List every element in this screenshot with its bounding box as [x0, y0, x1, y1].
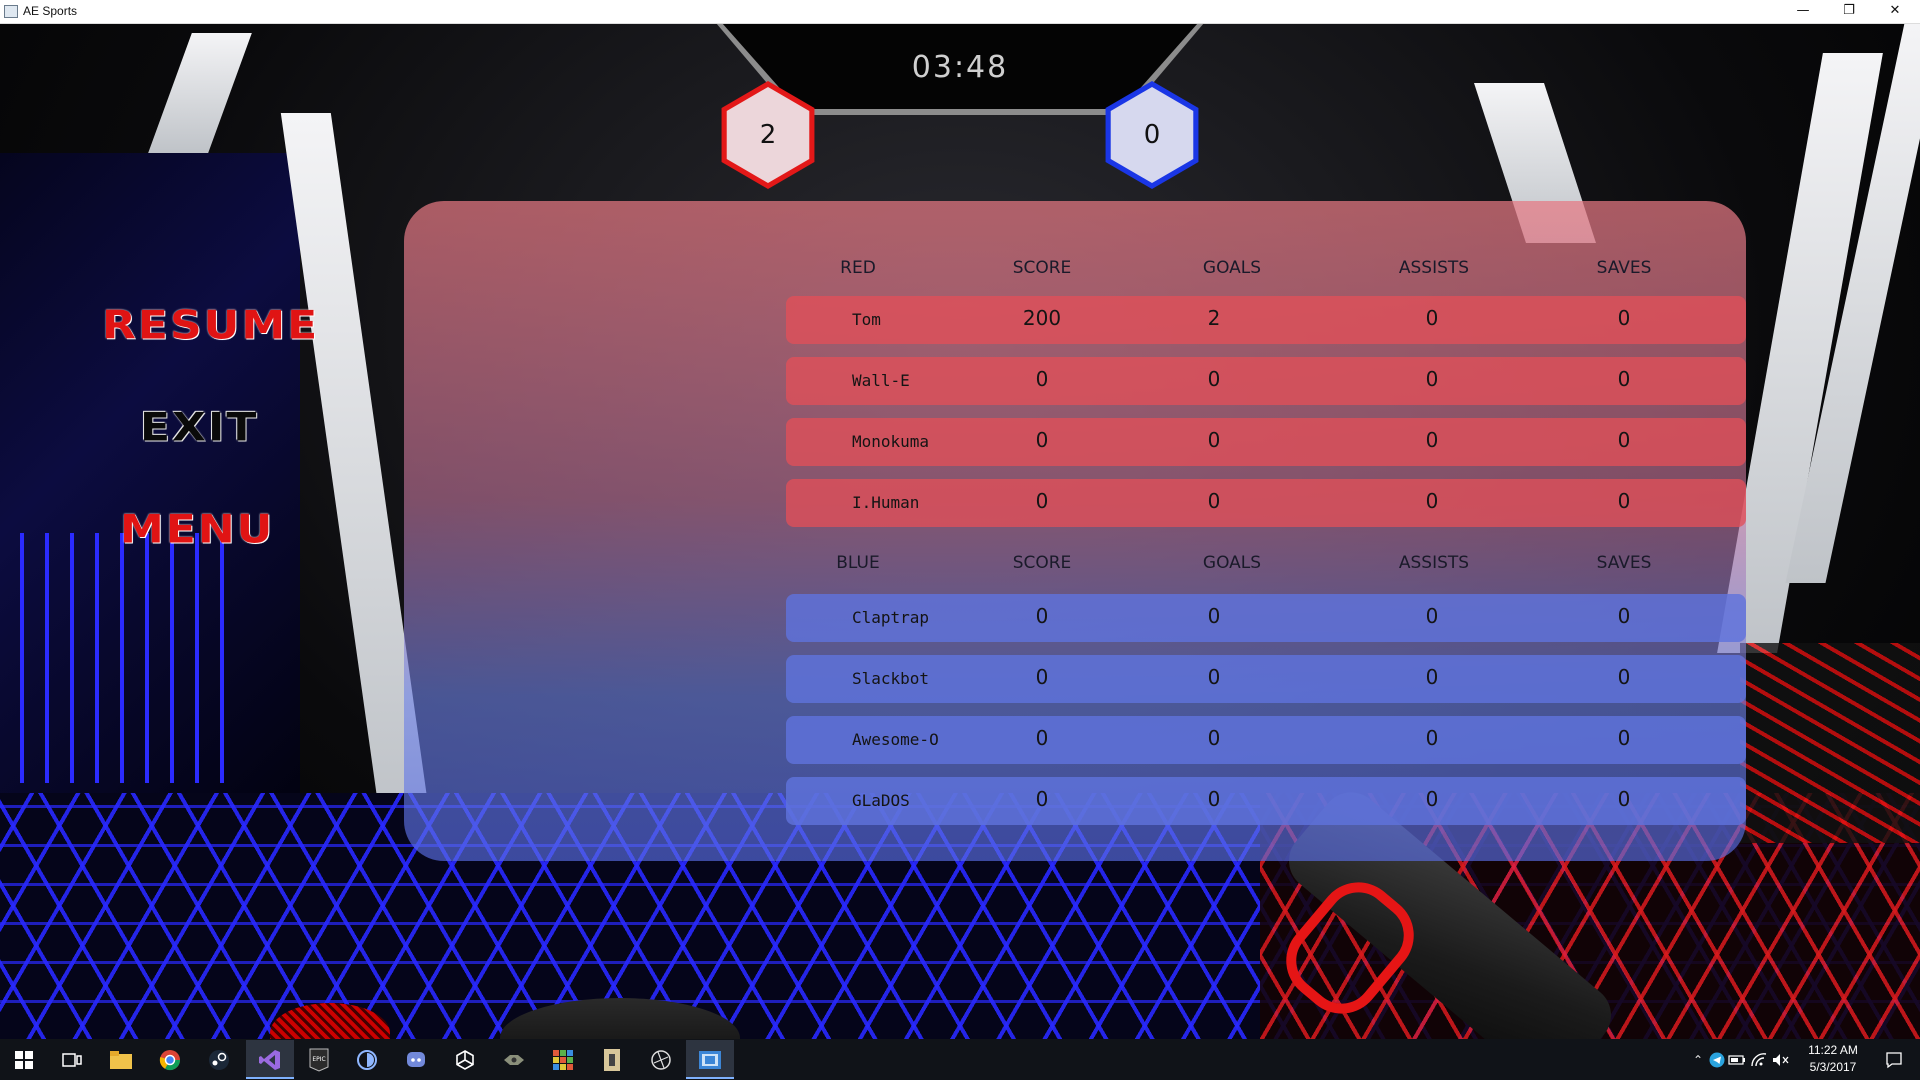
- red-player-row: Wall-E 0 0 0 0: [786, 357, 1746, 405]
- windows-start-icon[interactable]: [9, 1045, 39, 1075]
- player-assists: 0: [1425, 489, 1439, 513]
- player-goals: 0: [1207, 787, 1221, 811]
- player-saves: 0: [1617, 726, 1631, 750]
- saves-column-header: SAVES: [1596, 258, 1652, 278]
- player-assists: 0: [1425, 787, 1439, 811]
- windows-taskbar: EPIC ⌃ 11:22 AM 5/3/2017: [0, 1039, 1920, 1080]
- volume-muted-icon[interactable]: [1765, 1045, 1795, 1075]
- app-grid-icon[interactable]: [548, 1045, 578, 1075]
- red-player-row: Tom 200 2 0 0: [786, 296, 1746, 344]
- player-saves: 0: [1617, 306, 1631, 330]
- player-goals: 2: [1207, 306, 1221, 330]
- player-saves: 0: [1617, 489, 1631, 513]
- visual-studio-icon[interactable]: [255, 1045, 285, 1075]
- player-assists: 0: [1425, 726, 1439, 750]
- score-column-header: SCORE: [1012, 258, 1072, 278]
- player-assists: 0: [1425, 306, 1439, 330]
- player-saves: 0: [1617, 604, 1631, 628]
- minimize-button[interactable]: —: [1780, 0, 1826, 23]
- score-column-header: SCORE: [1012, 553, 1072, 573]
- app-window-icon: [4, 5, 18, 18]
- minimize-icon: —: [1796, 3, 1810, 18]
- notifications-icon[interactable]: [1879, 1045, 1909, 1075]
- goals-column-header: GOALS: [1202, 553, 1262, 573]
- taskbar-date[interactable]: 5/3/2017: [1793, 1060, 1873, 1074]
- blue-team-header: BLUE SCORE GOALS ASSISTS SAVES: [786, 553, 1746, 577]
- red-team-label: RED: [840, 258, 876, 278]
- player-score: 0: [1035, 787, 1049, 811]
- blue-team-label: BLUE: [836, 553, 880, 573]
- exit-button[interactable]: EXIT: [140, 405, 258, 451]
- restore-button[interactable]: ❐: [1826, 0, 1872, 23]
- blue-player-row: GLaDOS 0 0 0 0: [786, 777, 1746, 825]
- discord-icon[interactable]: [401, 1045, 431, 1075]
- blue-player-row: Slackbot 0 0 0 0: [786, 655, 1746, 703]
- player-saves: 0: [1617, 787, 1631, 811]
- player-saves: 0: [1617, 428, 1631, 452]
- app-icon[interactable]: [646, 1045, 676, 1075]
- arena-red-structure: [1740, 643, 1920, 843]
- blue-player-row: Claptrap 0 0 0 0: [786, 594, 1746, 642]
- steam-icon[interactable]: [204, 1045, 234, 1075]
- saves-column-header: SAVES: [1596, 553, 1652, 573]
- assists-column-header: ASSISTS: [1398, 258, 1470, 278]
- goals-column-header: GOALS: [1202, 258, 1262, 278]
- restore-icon: ❐: [1843, 3, 1855, 18]
- player-goals: 0: [1207, 604, 1221, 628]
- player-score: 0: [1035, 665, 1049, 689]
- player-goals: 0: [1207, 367, 1221, 391]
- taskbar-time[interactable]: 11:22 AM: [1793, 1043, 1873, 1057]
- red-player-row: Monokuma 0 0 0 0: [786, 418, 1746, 466]
- player-goals: 0: [1207, 726, 1221, 750]
- close-button[interactable]: ✕: [1872, 0, 1918, 23]
- assists-column-header: ASSISTS: [1398, 553, 1470, 573]
- app-icon[interactable]: [352, 1045, 382, 1075]
- app-icon[interactable]: [597, 1045, 627, 1075]
- player-score: 0: [1035, 489, 1049, 513]
- player-score: 0: [1035, 604, 1049, 628]
- epic-games-icon[interactable]: EPIC: [304, 1045, 334, 1075]
- player-assists: 0: [1425, 665, 1439, 689]
- close-icon: ✕: [1889, 3, 1901, 18]
- player-goals: 0: [1207, 665, 1221, 689]
- chrome-icon[interactable]: [155, 1045, 185, 1075]
- task-view-icon[interactable]: [57, 1045, 87, 1075]
- player-assists: 0: [1425, 604, 1439, 628]
- red-team-header: RED SCORE GOALS ASSISTS SAVES: [786, 258, 1746, 282]
- arena-light-beam: [148, 33, 252, 153]
- player-score: 200: [1022, 306, 1062, 330]
- player-goals: 0: [1207, 428, 1221, 452]
- player-saves: 0: [1617, 367, 1631, 391]
- ae-sports-icon[interactable]: [695, 1045, 725, 1075]
- game-icon[interactable]: [499, 1045, 529, 1075]
- window-title: AE Sports: [23, 4, 78, 18]
- arena-left-wall: [0, 153, 300, 803]
- resume-button[interactable]: RESUME: [102, 303, 319, 349]
- red-player-row: I.Human 0 0 0 0: [786, 479, 1746, 527]
- file-explorer-icon[interactable]: [106, 1045, 136, 1075]
- blue-player-row: Awesome-O 0 0 0 0: [786, 716, 1746, 764]
- player-score: 0: [1035, 428, 1049, 452]
- svg-text:EPIC: EPIC: [312, 1056, 325, 1063]
- player-score: 0: [1035, 726, 1049, 750]
- window-title-bar: AE Sports — ❐ ✕: [0, 0, 1920, 24]
- player-saves: 0: [1617, 665, 1631, 689]
- player-goals: 0: [1207, 489, 1221, 513]
- unity-icon[interactable]: [450, 1045, 480, 1075]
- player-score: 0: [1035, 367, 1049, 391]
- player-assists: 0: [1425, 367, 1439, 391]
- match-timer: 03:48: [911, 50, 1009, 85]
- player-assists: 0: [1425, 428, 1439, 452]
- menu-button[interactable]: MENU: [120, 507, 274, 553]
